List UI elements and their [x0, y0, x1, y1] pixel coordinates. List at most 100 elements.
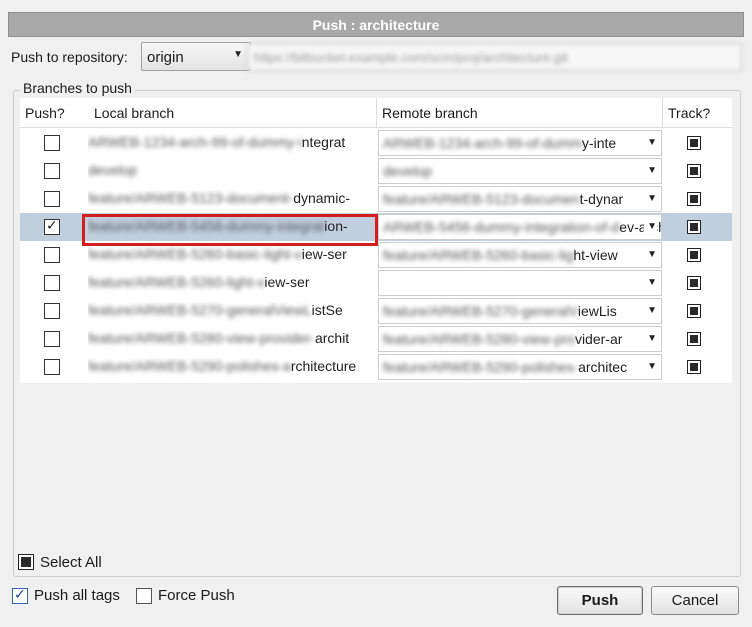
- local-branch-name: feature/ARWEB-5260-basic-light-view-ser: [88, 246, 373, 270]
- remote-branch-text: iewLis: [577, 303, 617, 319]
- push-checkbox[interactable]: [44, 191, 60, 207]
- chevron-down-icon[interactable]: ▼: [644, 361, 657, 372]
- push-checkbox[interactable]: [44, 217, 60, 235]
- repository-select-value: origin: [147, 49, 184, 66]
- remote-branch-text-blurred: feature/ARWEB-5290-polishes-: [383, 359, 579, 375]
- remote-branch-select[interactable]: ARWEB-5456-dummy-integration-of-dev-arch…: [378, 214, 662, 240]
- table-row[interactable]: feature/ARWEB-5270-generalViewListSe feat…: [20, 297, 732, 325]
- push-checkbox[interactable]: [44, 135, 60, 151]
- local-branch-name: ARWEB-1234-arch-99-of-dummy-integrat: [88, 134, 373, 158]
- table-row[interactable]: develop develop ▼: [20, 157, 732, 185]
- track-checkbox[interactable]: [687, 360, 701, 374]
- remote-branch-text-blurred: feature/ARWEB-5270-generalV: [383, 303, 578, 319]
- push-button[interactable]: Push: [557, 586, 643, 615]
- local-branch-name: feature/ARWEB-5280-view-provider-archit: [88, 330, 373, 354]
- remote-branch-select[interactable]: feature/ARWEB-5260-basic-light-view ▼: [378, 242, 662, 268]
- remote-branch-select[interactable]: ARWEB-1234-arch-99-of-dummy-inte ▼: [378, 130, 662, 156]
- chevron-down-icon[interactable]: ▼: [644, 221, 657, 232]
- local-branch-text-blurred: feature/ARWEB-5290-polishes-a: [88, 358, 291, 374]
- local-branch-text-blurred: feature/ARWEB-5123-document-: [88, 190, 294, 206]
- chevron-down-icon[interactable]: ▼: [644, 305, 657, 316]
- remote-branch-select[interactable]: feature/ARWEB-5280-view-provider-ar ▼: [378, 326, 662, 352]
- local-branch-name: feature/ARWEB-5290-polishes-architecture: [88, 358, 373, 382]
- cancel-button[interactable]: Cancel: [651, 586, 739, 615]
- remote-branch-select[interactable]: feature/ARWEB-5123-document-dynar ▼: [378, 186, 662, 212]
- remote-branch-text-blurred: ARWEB-5456-dummy-integration-of-d: [383, 219, 620, 235]
- local-branch-text: rchitecture: [290, 358, 357, 374]
- remote-branch-select[interactable]: develop ▼: [378, 158, 662, 184]
- push-checkbox[interactable]: [44, 247, 60, 263]
- track-checkbox[interactable]: [687, 248, 701, 262]
- remote-branch-select[interactable]: ▼: [378, 270, 662, 296]
- local-branch-text-blurred: feature/ARWEB-5260-basic-light-v: [88, 246, 302, 262]
- chevron-down-icon[interactable]: ▼: [644, 193, 657, 204]
- table-header: Push? Local branch Remote branch Track?: [20, 98, 732, 128]
- remote-branch-text-blurred: feature/ARWEB-5280-view-pro: [383, 331, 575, 347]
- push-all-tags-option[interactable]: Push all tags: [12, 586, 120, 604]
- local-branch-text: archit: [314, 330, 350, 346]
- table-row[interactable]: feature/ARWEB-5290-polishes-architecture…: [20, 353, 732, 381]
- track-checkbox[interactable]: [687, 304, 701, 318]
- track-checkbox[interactable]: [687, 136, 701, 150]
- chevron-down-icon[interactable]: ▼: [644, 277, 657, 288]
- select-all-box[interactable]: [18, 554, 34, 570]
- select-all-checkbox[interactable]: Select All: [18, 553, 102, 571]
- highlight-annotation: [82, 214, 378, 246]
- remote-branch-text: vider-ar: [574, 331, 623, 347]
- column-header-track[interactable]: Track?: [662, 98, 732, 128]
- force-push-label: Force Push: [158, 587, 235, 604]
- repository-url-field: https://bitbucket.example.com/scm/proj/a…: [247, 43, 742, 71]
- chevron-down-icon[interactable]: ▼: [644, 137, 657, 148]
- chevron-down-icon[interactable]: ▼: [644, 249, 657, 260]
- table-row[interactable]: feature/ARWEB-5280-view-provider-archit f…: [20, 325, 732, 353]
- track-checkbox[interactable]: [687, 220, 701, 234]
- dialog-title-bar: Push : architecture: [8, 12, 744, 37]
- push-checkbox[interactable]: [44, 275, 60, 291]
- repository-select[interactable]: origin ▼: [141, 42, 251, 71]
- local-branch-text-blurred: ARWEB-1234-arch-99-of-dummy-i: [88, 134, 302, 150]
- repository-row: Push to repository: origin ▼ https://bit…: [10, 42, 742, 72]
- remote-branch-text-blurred: develop: [383, 163, 433, 179]
- push-all-tags-checkbox[interactable]: [12, 586, 28, 604]
- push-checkbox[interactable]: [44, 331, 60, 347]
- chevron-down-icon[interactable]: ▼: [644, 333, 657, 344]
- table-row[interactable]: feature/ARWEB-5123-document-dynamic-feat…: [20, 185, 732, 213]
- local-branch-text: iew-ser: [264, 274, 310, 290]
- local-branch-text: ntegrat: [301, 134, 346, 150]
- push-checkbox[interactable]: [44, 359, 60, 375]
- column-header-remote-branch[interactable]: Remote branch: [376, 98, 662, 128]
- local-branch-text-blurred: feature/ARWEB-5260-light-v: [88, 274, 265, 290]
- column-header-local-branch[interactable]: Local branch: [89, 98, 377, 128]
- local-branch-name: feature/ARWEB-5270-generalViewListSe: [88, 302, 373, 326]
- local-branch-text: istSe: [311, 302, 343, 318]
- column-header-push[interactable]: Push?: [20, 98, 89, 128]
- track-checkbox[interactable]: [687, 192, 701, 206]
- repository-label: Push to repository:: [11, 49, 128, 65]
- select-all-label: Select All: [40, 553, 102, 571]
- remote-branch-text-blurred: feature/ARWEB-5260-basic-lig: [383, 247, 574, 263]
- table-row[interactable]: ARWEB-1234-arch-99-of-dummy-integrat ARWE…: [20, 129, 732, 157]
- table-row[interactable]: feature/ARWEB-5260-light-view-ser ▼: [20, 269, 732, 297]
- remote-branch-text-blurred: feature/ARWEB-5123-documen: [383, 191, 580, 207]
- remote-branch-select[interactable]: feature/ARWEB-5290-polishes-architec ▼: [378, 354, 662, 380]
- track-checkbox[interactable]: [687, 276, 701, 290]
- local-branch-text-blurred: feature/ARWEB-5280-view-provider-: [88, 330, 315, 346]
- force-push-option[interactable]: Force Push: [136, 587, 235, 604]
- chevron-down-icon: ▼: [233, 49, 243, 60]
- local-branch-name: feature/ARWEB-5123-document-dynamic-: [88, 190, 373, 214]
- force-push-checkbox[interactable]: [136, 587, 152, 604]
- push-checkbox[interactable]: [44, 163, 60, 179]
- track-checkbox[interactable]: [687, 164, 701, 178]
- chevron-down-icon[interactable]: ▼: [644, 165, 657, 176]
- remote-branch-text: t-dynar: [579, 191, 624, 207]
- local-branch-text-blurred: develop: [88, 162, 138, 178]
- branches-group-title: Branches to push: [20, 80, 135, 96]
- remote-branch-text: y-inte: [581, 135, 617, 151]
- local-branch-text-blurred: feature/ARWEB-5270-generalViewL: [88, 302, 312, 318]
- remote-branch-text-blurred: ARWEB-1234-arch-99-of-dumm: [383, 135, 582, 151]
- remote-branch-select[interactable]: feature/ARWEB-5270-generalViewLis ▼: [378, 298, 662, 324]
- track-checkbox[interactable]: [687, 332, 701, 346]
- local-branch-text: dynamic-: [293, 190, 350, 206]
- remote-branch-text: ht-view: [573, 247, 618, 263]
- push-checkbox[interactable]: [44, 303, 60, 319]
